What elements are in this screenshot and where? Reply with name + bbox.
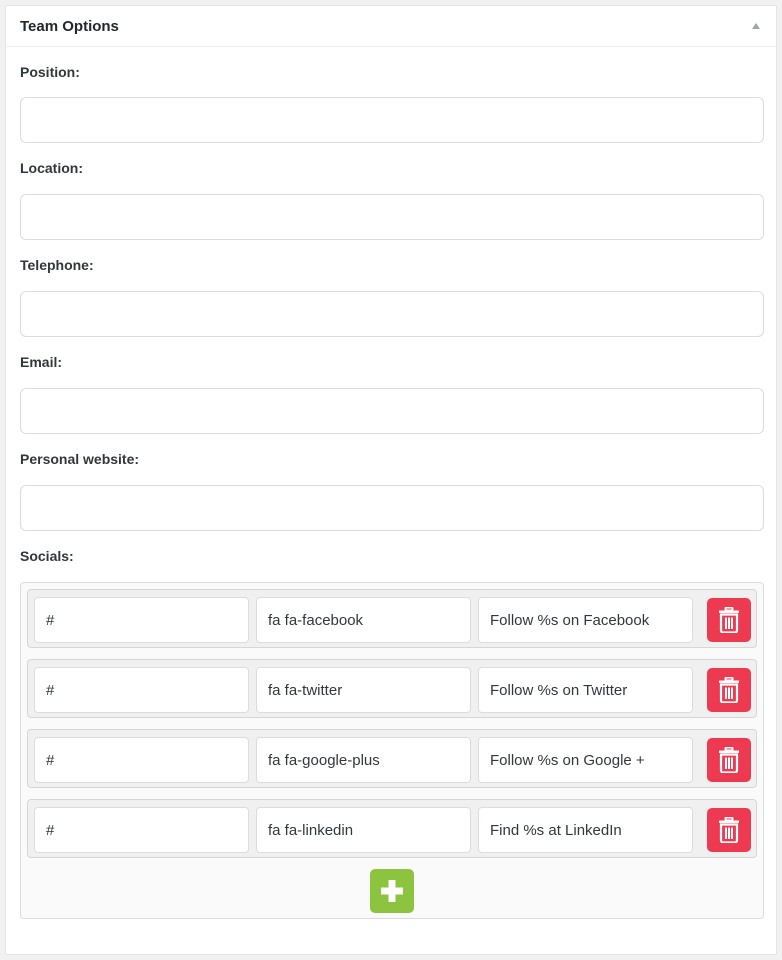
delete-social-button[interactable]: [707, 738, 751, 782]
add-social-button[interactable]: [370, 869, 414, 913]
socials-repeater: [20, 582, 764, 919]
social-icon-class-input[interactable]: [256, 667, 471, 713]
social-icon-class-input[interactable]: [256, 737, 471, 783]
social-icon-class-input[interactable]: [256, 597, 471, 643]
social-url-input[interactable]: [34, 597, 249, 643]
panel-header[interactable]: Team Options: [6, 6, 776, 47]
trash-icon: [719, 817, 739, 843]
telephone-input[interactable]: [20, 291, 764, 337]
delete-social-button[interactable]: [707, 668, 751, 712]
location-input[interactable]: [20, 194, 764, 240]
socials-label: Socials:: [20, 548, 74, 564]
social-row-google-plus: [27, 729, 757, 788]
collapse-toggle-icon[interactable]: [752, 23, 760, 29]
social-title-input[interactable]: [478, 737, 693, 783]
website-label: Personal website:: [20, 451, 140, 467]
social-title-input[interactable]: [478, 597, 693, 643]
social-title-input[interactable]: [478, 667, 693, 713]
social-row-twitter: [27, 659, 757, 718]
team-options-panel: Team Options Position: Location: Telepho…: [5, 5, 777, 955]
location-label: Location:: [20, 160, 83, 176]
social-title-input[interactable]: [478, 807, 693, 853]
social-icon-class-input[interactable]: [256, 807, 471, 853]
position-input[interactable]: [20, 97, 764, 143]
plus-icon: [381, 880, 403, 902]
position-label: Position:: [20, 64, 80, 80]
telephone-label: Telephone:: [20, 257, 94, 273]
trash-icon: [719, 677, 739, 703]
panel-title: Team Options: [20, 17, 119, 35]
social-url-input[interactable]: [34, 737, 249, 783]
social-row-linkedin: [27, 799, 757, 858]
website-input[interactable]: [20, 485, 764, 531]
delete-social-button[interactable]: [707, 808, 751, 852]
social-url-input[interactable]: [34, 807, 249, 853]
trash-icon: [719, 747, 739, 773]
trash-icon: [719, 607, 739, 633]
delete-social-button[interactable]: [707, 598, 751, 642]
social-row-facebook: [27, 589, 757, 648]
panel-body: Position: Location: Telephone: Email: Pe…: [6, 62, 776, 567]
social-url-input[interactable]: [34, 667, 249, 713]
email-input[interactable]: [20, 388, 764, 434]
email-label: Email:: [20, 354, 63, 370]
